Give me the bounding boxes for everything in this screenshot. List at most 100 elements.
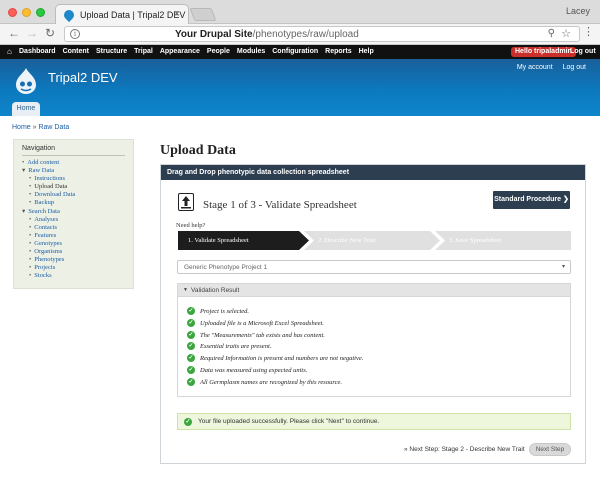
- sidebar-navigation: Navigation • Add content ▾ Raw Data • Instr…: [13, 139, 134, 289]
- panel-title: Drag and Drop phenotypic data collection…: [161, 165, 585, 180]
- info-icon[interactable]: i: [70, 29, 80, 39]
- validation-check-item: ✓ All Germplasm names are recognized by t…: [187, 377, 343, 386]
- check-circle-icon: ✓: [187, 365, 195, 374]
- back-arrow-icon[interactable]: ←: [8, 26, 20, 40]
- stage-progress: 1. Validate Spreadsheet 2. Describe New …: [178, 231, 571, 250]
- tab-close-icon[interactable]: ×: [174, 8, 180, 20]
- project-select[interactable]: Generic Phenotype Project 1 ▾: [177, 260, 571, 274]
- sidebar-item-contacts[interactable]: • Contacts: [22, 224, 75, 232]
- sidebar-item-analyses[interactable]: • Analyses: [22, 216, 75, 224]
- drupal-favicon-icon: [61, 7, 77, 23]
- zoom-window-button[interactable]: [36, 8, 45, 17]
- page-title: Upload Data: [160, 143, 236, 158]
- upload-icon: [178, 193, 194, 211]
- standard-procedure-button[interactable]: Standard Procedure ❯: [493, 191, 570, 209]
- sidebar-item-projects[interactable]: • Projects: [22, 264, 75, 272]
- my-account-link[interactable]: My account: [517, 64, 553, 71]
- sidebar-item-genotypes[interactable]: • Genotypes: [22, 240, 75, 248]
- site-name[interactable]: Tripal2 DEV: [48, 70, 118, 85]
- admin-menu-structure[interactable]: Structure: [96, 48, 127, 55]
- admin-menu-modules[interactable]: Modules: [237, 48, 265, 55]
- sidebar-item-features[interactable]: • Features: [22, 232, 75, 240]
- check-circle-icon: ✓: [187, 377, 195, 386]
- address-bar[interactable]: i Your Drupal Site/phenotypes/raw/upload…: [64, 26, 580, 42]
- sidebar-divider: [22, 155, 125, 156]
- sidebar-item-stocks[interactable]: • Stocks: [22, 272, 75, 280]
- sidebar-item-raw-data[interactable]: ▾ Raw Data: [22, 167, 75, 175]
- hello-user-badge[interactable]: Hello tripaladmin: [511, 47, 576, 57]
- next-step-link[interactable]: » Next Step: Stage 2 - Describe New Trai…: [404, 446, 525, 453]
- profile-name[interactable]: Lacey: [566, 6, 590, 16]
- upload-panel: Drag and Drop phenotypic data collection…: [160, 164, 586, 464]
- validation-result-box: ▼ Validation Result ✓ Project is selected…: [177, 283, 571, 397]
- step-save-spreadsheet: 3. Save Spreadsheet: [435, 231, 571, 250]
- need-help-link[interactable]: Need help?: [176, 222, 205, 229]
- sidebar-item-search-data[interactable]: ▾ Search Data: [22, 208, 75, 216]
- sidebar-item-download-data[interactable]: • Download Data: [22, 191, 75, 199]
- sidebar-item-add-content[interactable]: • Add content: [22, 159, 75, 167]
- sidebar-menu: • Add content ▾ Raw Data • Instructions • Up…: [22, 159, 75, 280]
- validation-check-item: ✓ Essential traits are present.: [187, 342, 272, 351]
- step-describe-new-trait: 2. Describe New Trait: [304, 231, 440, 250]
- check-circle-icon: ✓: [187, 307, 195, 315]
- breadcrumb-home[interactable]: Home: [12, 124, 31, 131]
- validation-checks: ✓ Project is selected. ✓ Uploaded file is …: [187, 307, 363, 390]
- minimize-window-button[interactable]: [22, 8, 31, 17]
- validation-result-title: Validation Result: [191, 287, 240, 294]
- next-step-button[interactable]: Next Step: [529, 443, 571, 456]
- user-links: My account Log out: [507, 64, 586, 71]
- sidebar-item-backup[interactable]: • Backup: [22, 199, 75, 207]
- browser-menu-icon[interactable]: ⋮: [583, 27, 594, 38]
- url-text: Your Drupal Site/phenotypes/raw/upload: [175, 29, 359, 40]
- home-icon[interactable]: ⌂: [7, 47, 12, 56]
- breadcrumb: Home » Raw Data: [12, 124, 69, 131]
- log-out-link[interactable]: Log out: [563, 64, 586, 71]
- drupal-logo-icon[interactable]: [14, 67, 38, 95]
- admin-menu-people[interactable]: People: [207, 48, 230, 55]
- search-icon[interactable]: ⚲: [548, 28, 555, 39]
- sidebar-item-phenotypes[interactable]: • Phenotypes: [22, 256, 75, 264]
- reload-icon[interactable]: ↻: [45, 26, 55, 40]
- admin-logout-link[interactable]: Log out: [570, 48, 596, 55]
- bookmark-star-icon[interactable]: ☆: [561, 27, 571, 40]
- site-header: Tripal2 DEV My account Log out Home: [0, 59, 600, 116]
- admin-menu-content[interactable]: Content: [63, 48, 89, 55]
- upload-success-message: ✓ Your file uploaded successfully. Pleas…: [177, 413, 571, 430]
- sidebar-item-organisms[interactable]: • Organisms: [22, 248, 75, 256]
- forward-arrow-icon[interactable]: →: [26, 26, 38, 40]
- step-validate-spreadsheet: 1. Validate Spreadsheet: [178, 231, 309, 250]
- admin-menu-dashboard[interactable]: Dashboard: [19, 48, 56, 55]
- validation-check-item: ✓ Uploaded file is a Microsoft Excel Spre…: [187, 318, 324, 327]
- breadcrumb-raw-data[interactable]: Raw Data: [38, 124, 69, 131]
- sidebar-title: Navigation: [22, 145, 56, 152]
- browser-toolbar: ← → ↻ i Your Drupal Site/phenotypes/raw/…: [0, 24, 600, 45]
- collapse-toggle-icon[interactable]: ▼: [183, 287, 188, 293]
- tab-home[interactable]: Home: [12, 102, 40, 116]
- validation-check-item: ✓ Data was measured using expected units.: [187, 365, 308, 374]
- success-message-text: Your file uploaded successfully. Please …: [198, 418, 380, 425]
- check-circle-icon: ✓: [187, 342, 195, 351]
- admin-menu-tripal[interactable]: Tripal: [134, 48, 153, 55]
- browser-titlebar: Upload Data | Tripal2 DEV × Lacey: [0, 0, 600, 25]
- project-select-value: Generic Phenotype Project 1: [184, 264, 268, 271]
- stage-title: Stage 1 of 3 - Validate Spreadsheet: [203, 199, 357, 211]
- sidebar-item-instructions[interactable]: • Instructions: [22, 175, 75, 183]
- admin-menu-help[interactable]: Help: [359, 48, 374, 55]
- sidebar-item-upload-data[interactable]: • Upload Data: [22, 183, 75, 191]
- check-circle-icon: ✓: [184, 418, 192, 426]
- admin-menu: Dashboard Content Structure Tripal Appea…: [19, 48, 381, 55]
- validation-check-item: ✓ Project is selected.: [187, 307, 250, 315]
- new-tab-button[interactable]: [189, 8, 217, 21]
- chevron-down-icon: ▾: [561, 264, 565, 270]
- check-circle-icon: ✓: [187, 318, 195, 327]
- admin-menu-reports[interactable]: Reports: [325, 48, 351, 55]
- admin-menu-appearance[interactable]: Appearance: [160, 48, 200, 55]
- tab-title: Upload Data | Tripal2 DEV: [80, 10, 186, 20]
- validation-result-header[interactable]: ▼ Validation Result: [178, 284, 570, 297]
- browser-tab[interactable]: Upload Data | Tripal2 DEV ×: [55, 4, 189, 25]
- admin-toolbar: ⌂ Dashboard Content Structure Tripal App…: [0, 45, 600, 59]
- close-window-button[interactable]: [8, 8, 17, 17]
- check-circle-icon: ✓: [187, 354, 195, 363]
- admin-menu-configuration[interactable]: Configuration: [272, 48, 318, 55]
- check-circle-icon: ✓: [187, 330, 195, 339]
